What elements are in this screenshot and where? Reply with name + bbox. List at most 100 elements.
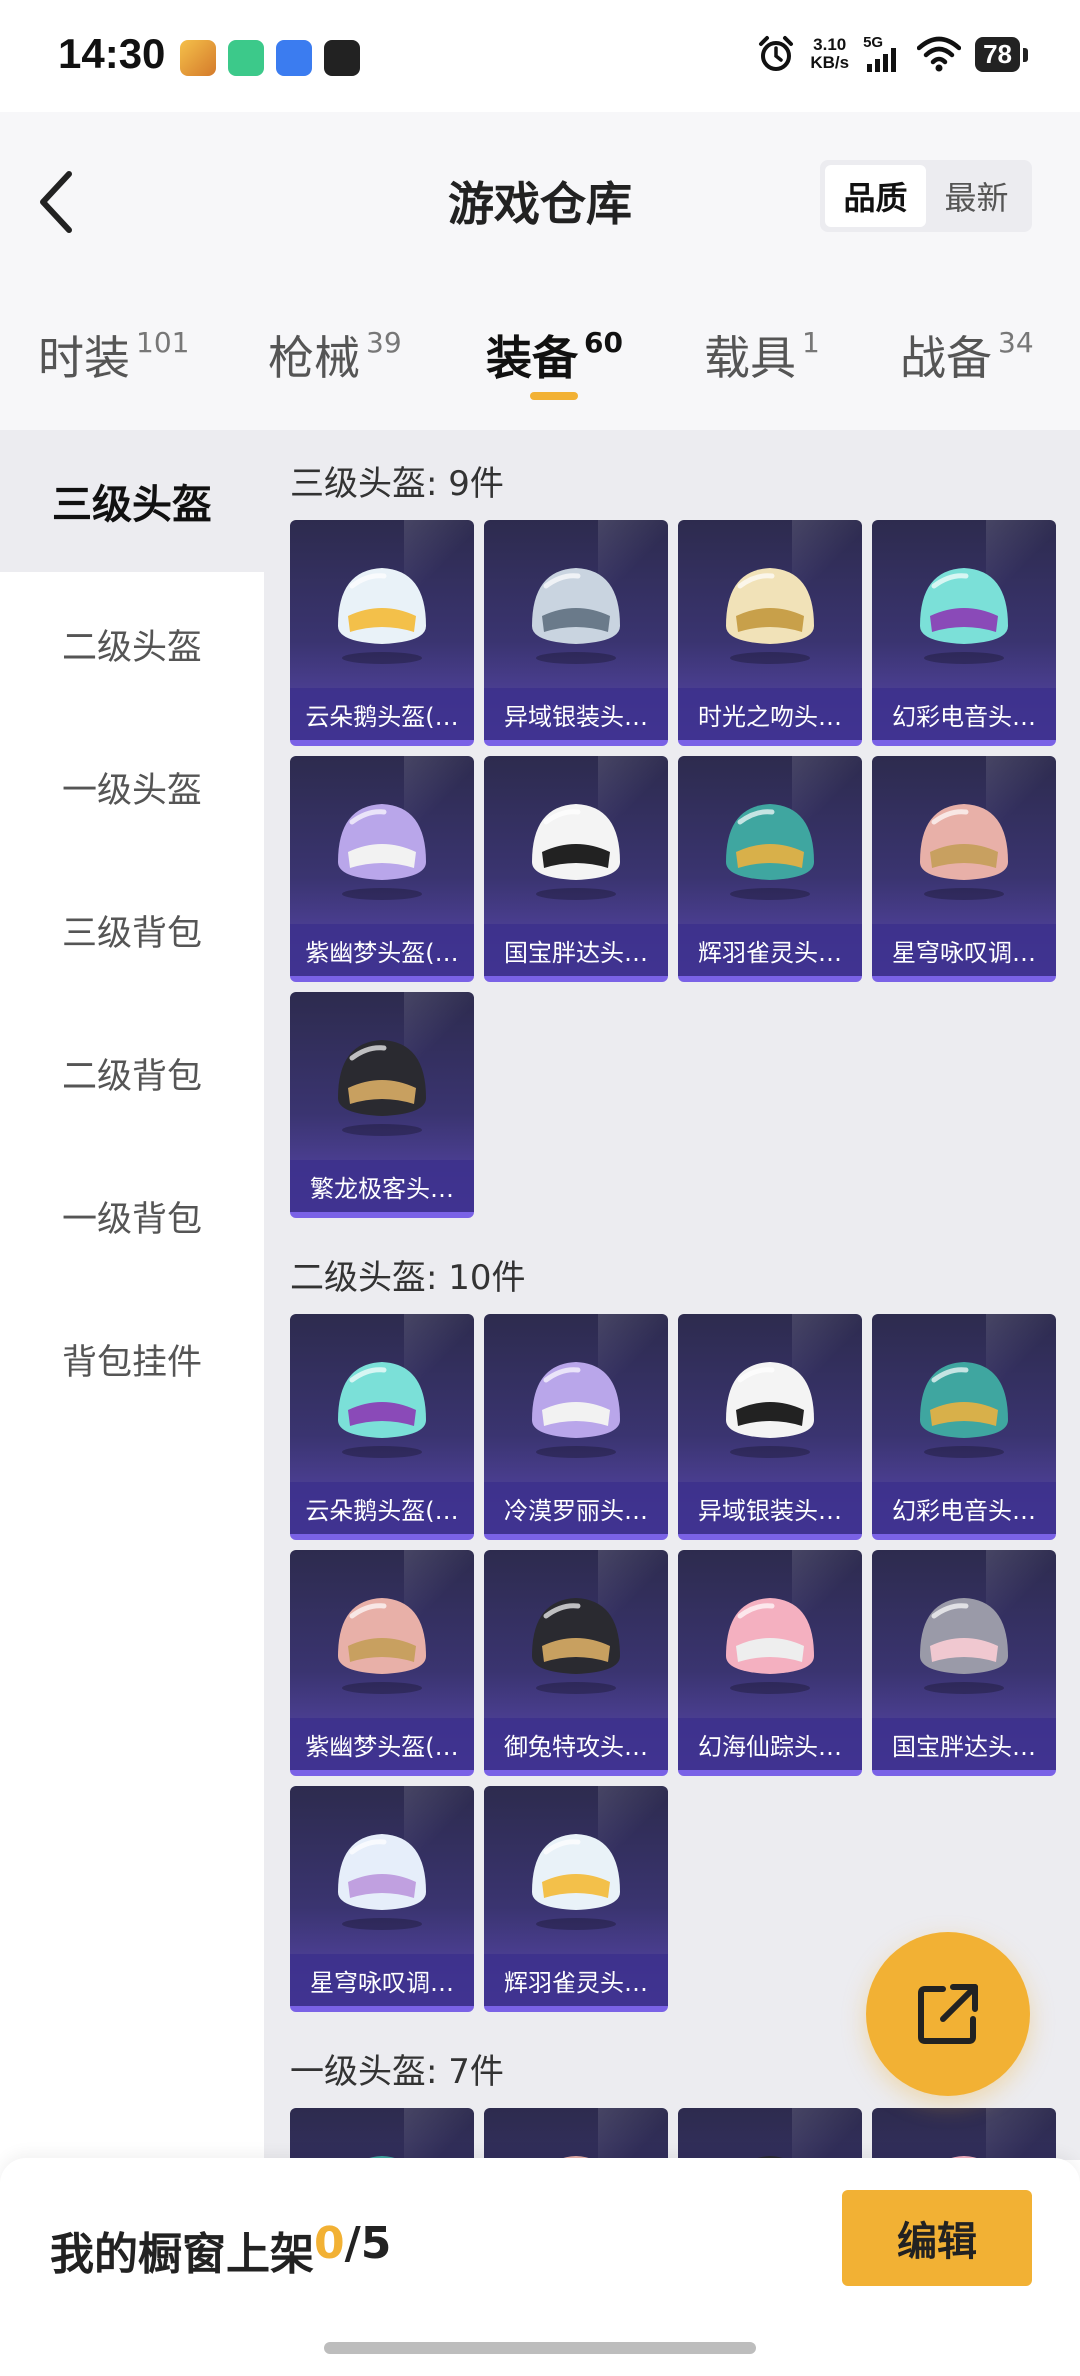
edit-button[interactable]: 编辑 [842, 2190, 1032, 2286]
item-name: 星穹咏叹调… [290, 1954, 474, 2006]
showcase-total-count: 5 [360, 2218, 392, 2269]
item-card[interactable] [484, 2108, 668, 2160]
status-time: 14:30 [58, 30, 166, 77]
share-button[interactable] [866, 1932, 1030, 2096]
sidebar-item-level2-backpack[interactable]: 二级背包 [0, 1002, 264, 1144]
tab-count: 1 [802, 326, 820, 359]
share-external-icon [918, 1984, 978, 2044]
item-card[interactable]: 云朵鹅头盔(… [290, 520, 474, 746]
sidebar-item-level1-backpack[interactable]: 一级背包 [0, 1145, 264, 1287]
item-name: 紫幽梦头盔(… [290, 924, 474, 976]
net-speed-value: 3.10 [813, 35, 847, 54]
tab-label: 战备 [900, 331, 992, 385]
tab-count: 60 [584, 326, 623, 359]
sort-option-latest[interactable]: 最新 [926, 165, 1027, 227]
tab-weapons[interactable]: 枪械 39 [268, 322, 402, 388]
section-title-level1: 一级头盔: 7件 [290, 2052, 504, 2092]
tab-label: 载具 [704, 331, 796, 385]
item-name: 云朵鹅头盔(… [290, 688, 474, 740]
cloud-app-icon [276, 40, 312, 76]
item-card[interactable]: 辉羽雀灵头… [678, 756, 862, 982]
helmet-image [338, 1040, 426, 1136]
item-card[interactable]: 时光之吻头… [678, 520, 862, 746]
header-bar: 游戏仓库 品质 最新 [0, 112, 1080, 282]
item-card[interactable]: 繁龙极客头… [290, 992, 474, 1218]
helmet-image [338, 804, 426, 900]
item-card[interactable]: 幻彩电音头… [872, 1314, 1056, 1540]
helmet-image [338, 1834, 426, 1930]
pay-app-icon [324, 40, 360, 76]
item-card[interactable]: 云朵鹅头盔(… [290, 1314, 474, 1540]
item-card[interactable] [872, 2108, 1056, 2160]
sidebar-item-backpack-charm[interactable]: 背包挂件 [0, 1288, 264, 1430]
sidebar: 三级头盔 二级头盔 一级头盔 三级背包 二级背包 一级背包 背包挂件 [0, 430, 264, 2160]
item-card[interactable] [290, 2108, 474, 2160]
helmet-image [920, 804, 1008, 900]
item-card[interactable]: 国宝胖达头… [872, 1550, 1056, 1776]
showcase-current-count: 0 [314, 2218, 345, 2269]
sidebar-item-level3-helmet[interactable]: 三级头盔 [0, 430, 264, 572]
shield-app-icon [228, 40, 264, 76]
tab-count: 39 [366, 326, 402, 359]
item-name: 云朵鹅头盔(… [290, 1482, 474, 1534]
helmet-image [945, 2156, 983, 2160]
status-bar: 14:30 3.10 KB/s 5G 78 [0, 0, 1080, 112]
tab-gear[interactable]: 战备 34 [900, 322, 1034, 388]
helmet-image [726, 1362, 814, 1458]
item-name: 冷漠罗丽头… [484, 1482, 668, 1534]
showcase-status: 我的橱窗上架 0 / 5 [50, 2218, 391, 2282]
item-card[interactable]: 紫幽梦头盔(… [290, 1550, 474, 1776]
home-indicator[interactable] [324, 2342, 756, 2354]
item-name: 幻海仙踪头… [678, 1718, 862, 1770]
sidebar-item-level3-backpack[interactable]: 三级背包 [0, 859, 264, 1001]
sort-toggle[interactable]: 品质 最新 [820, 160, 1032, 232]
section-title-level2: 二级头盔: 10件 [290, 1258, 526, 1298]
helmet-image [532, 1598, 620, 1694]
alarm-icon [759, 36, 794, 71]
item-card[interactable]: 辉羽雀灵头… [484, 1786, 668, 2012]
net-speed-unit: KB/s [810, 53, 850, 72]
status-app-icons [180, 40, 360, 76]
helmet-image [532, 1362, 620, 1458]
item-name: 御兔特攻头… [484, 1718, 668, 1770]
game-app-icon [180, 40, 216, 76]
item-name: 辉羽雀灵头… [484, 1954, 668, 2006]
item-card[interactable]: 紫幽梦头盔(… [290, 756, 474, 982]
item-card[interactable] [678, 2108, 862, 2160]
helmet-image [532, 804, 620, 900]
item-name: 星穹咏叹调… [872, 924, 1056, 976]
sidebar-item-level2-helmet[interactable]: 二级头盔 [0, 573, 264, 715]
item-card[interactable]: 冷漠罗丽头… [484, 1314, 668, 1540]
item-card[interactable]: 国宝胖达头… [484, 756, 668, 982]
helmet-image [751, 2156, 789, 2160]
helmet-image [532, 1834, 620, 1930]
item-card[interactable]: 星穹咏叹调… [872, 756, 1056, 982]
wifi-icon [917, 36, 962, 72]
item-name: 异域银装头… [484, 688, 668, 740]
item-name: 幻彩电音头… [872, 688, 1056, 740]
item-card[interactable]: 幻海仙踪头… [678, 1550, 862, 1776]
item-card[interactable]: 异域银装头… [484, 520, 668, 746]
sidebar-item-level1-helmet[interactable]: 一级头盔 [0, 716, 264, 858]
item-name: 繁龙极客头… [290, 1160, 474, 1212]
sort-option-quality[interactable]: 品质 [825, 165, 926, 227]
tab-outfits[interactable]: 时装 101 [38, 322, 189, 388]
helmet-image [363, 2156, 401, 2160]
item-name: 辉羽雀灵头… [678, 924, 862, 976]
item-card[interactable]: 御兔特攻头… [484, 1550, 668, 1776]
item-name: 国宝胖达头… [872, 1718, 1056, 1770]
tab-equipment[interactable]: 装备 60 [486, 322, 623, 388]
helmet-image [920, 1598, 1008, 1694]
battery-icon: 78 [975, 36, 1028, 72]
item-card[interactable]: 幻彩电音头… [872, 520, 1056, 746]
item-name: 国宝胖达头… [484, 924, 668, 976]
tab-vehicles[interactable]: 载具 1 [704, 322, 820, 388]
helmet-image [920, 1362, 1008, 1458]
tab-label: 装备 [486, 331, 578, 385]
signal-icon: 5G [863, 34, 903, 74]
helmet-image [338, 1598, 426, 1694]
item-card[interactable]: 异域银装头… [678, 1314, 862, 1540]
status-indicators: 3.10 KB/s 5G 78 [756, 34, 1028, 74]
helmet-image [920, 568, 1008, 664]
item-card[interactable]: 星穹咏叹调… [290, 1786, 474, 2012]
